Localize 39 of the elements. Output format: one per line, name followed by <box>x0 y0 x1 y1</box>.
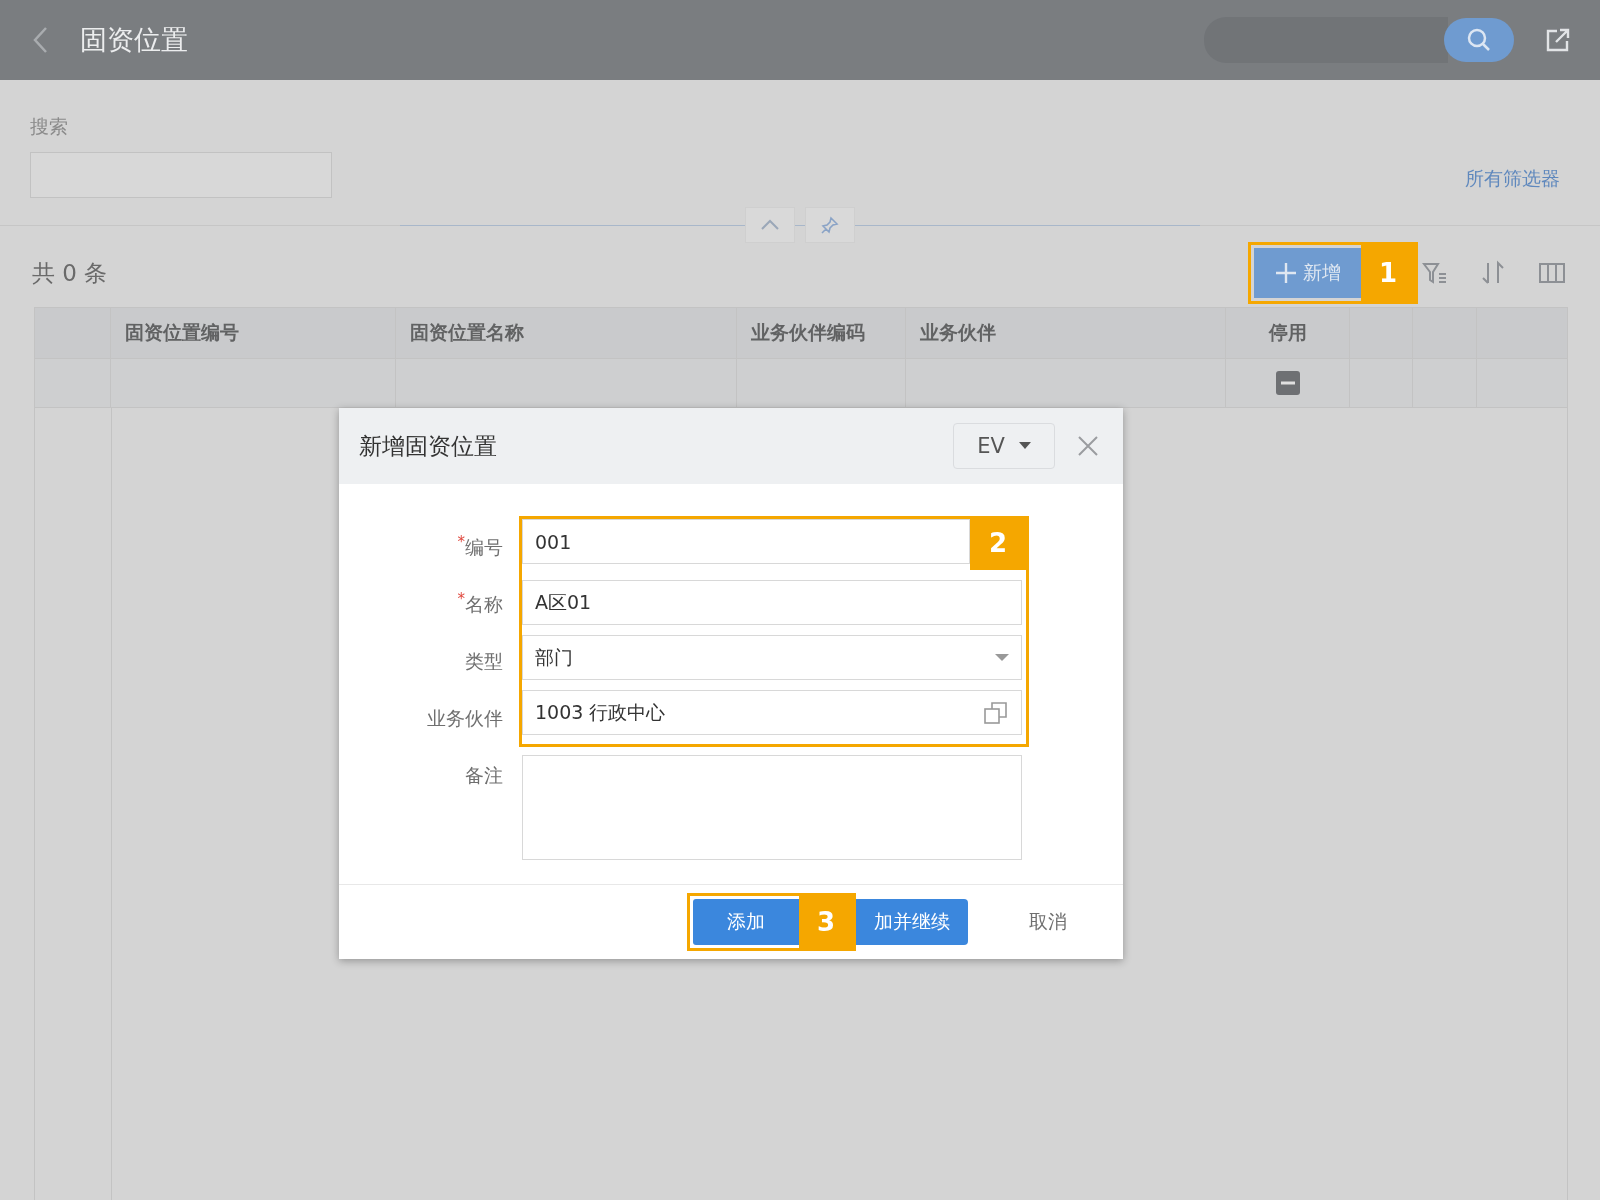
search-field[interactable] <box>1204 17 1448 63</box>
language-dropdown[interactable]: EV <box>953 423 1055 469</box>
step-badge: 2 <box>970 516 1026 570</box>
caret-icon <box>1018 442 1031 450</box>
caret-icon <box>995 653 1009 662</box>
back-icon[interactable] <box>32 26 48 54</box>
required-mark: * <box>457 533 465 551</box>
record-count: 共 0 条 <box>32 258 108 288</box>
cancel-button[interactable]: 取消 <box>1008 902 1088 942</box>
dialog-title: 新增固资位置 <box>359 431 497 461</box>
filter-icon[interactable] <box>1422 260 1448 286</box>
add-continue-button[interactable]: 加并继续 <box>856 899 968 945</box>
pin-button[interactable] <box>805 207 855 243</box>
sort-icon[interactable] <box>1480 260 1506 286</box>
remarks-field[interactable] <box>522 755 1022 860</box>
field-label: 名称 <box>465 591 503 617</box>
required-mark: * <box>457 590 465 608</box>
add-button[interactable]: 添加 <box>693 899 799 945</box>
copy-icon[interactable] <box>983 699 1009 726</box>
input-field[interactable]: 1003 行政中心 <box>522 690 1022 735</box>
search-label: 搜索 <box>30 115 68 137</box>
input-field[interactable]: A区01 <box>522 580 1022 625</box>
field-label: 类型 <box>465 648 503 674</box>
search-icon <box>1466 27 1492 53</box>
pin-icon <box>821 216 839 234</box>
type-dropdown[interactable]: 部门 <box>522 635 1022 680</box>
field-label: 编号 <box>465 534 503 560</box>
columns-icon[interactable] <box>1538 261 1566 285</box>
field-label: 业务伙伴 <box>427 705 503 731</box>
field-label: 备注 <box>465 762 503 788</box>
page-title: 固资位置 <box>80 23 188 57</box>
step-badge: 1 <box>1361 245 1415 301</box>
collapse-button[interactable] <box>745 207 795 243</box>
share-icon[interactable] <box>1544 26 1572 54</box>
input-field[interactable]: 001 <box>522 519 970 564</box>
chevron-up-icon <box>760 219 780 231</box>
plus-icon <box>1274 262 1297 284</box>
step-badge: 3 <box>799 896 853 948</box>
close-icon[interactable] <box>1077 435 1099 457</box>
